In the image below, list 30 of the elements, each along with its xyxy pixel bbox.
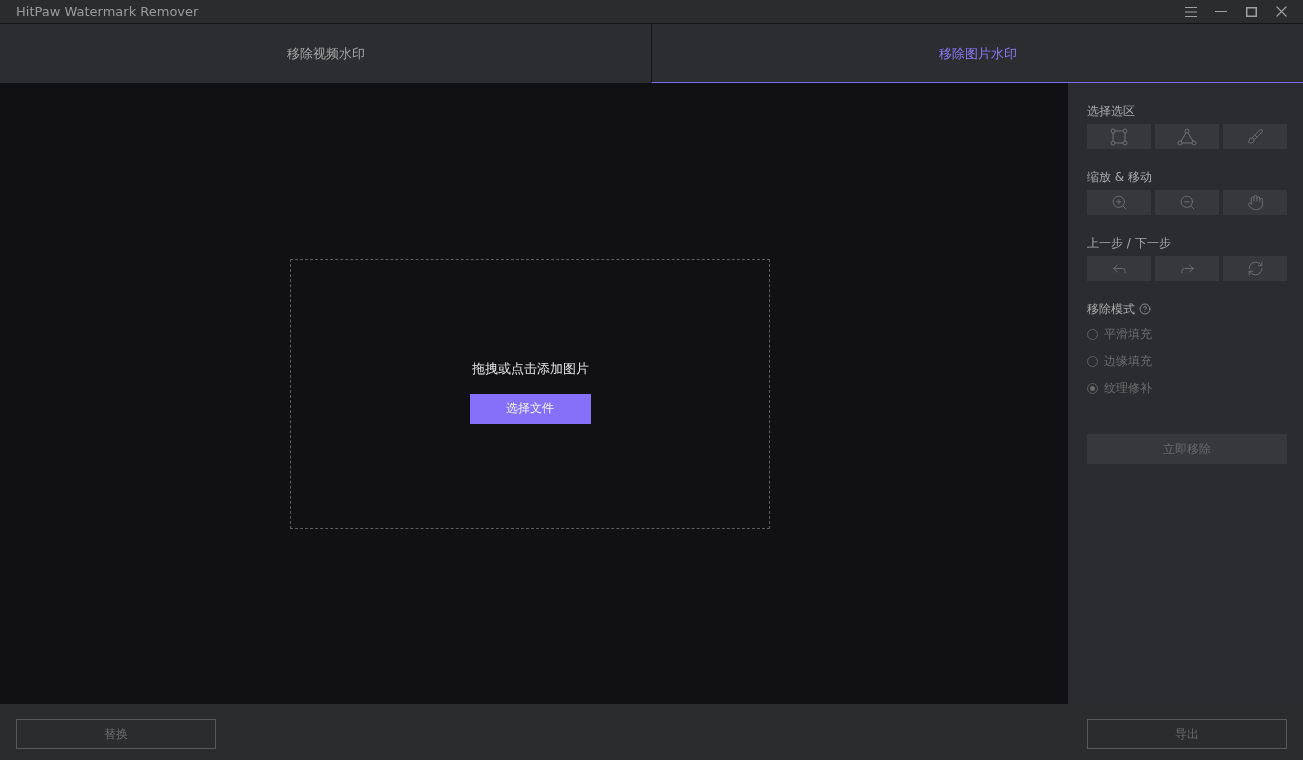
refresh-icon xyxy=(1246,260,1264,277)
brush-tool-button[interactable] xyxy=(1223,124,1287,149)
drop-hint: 拖拽或点击添加图片 xyxy=(471,359,589,378)
window-title: HitPaw Watermark Remover xyxy=(16,4,199,19)
zoom-out-button[interactable] xyxy=(1155,190,1219,215)
zoom-out-icon xyxy=(1178,194,1196,211)
drop-zone[interactable]: 拖拽或点击添加图片 选择文件 xyxy=(290,258,770,529)
section-label: 缩放 & 移动 xyxy=(1087,169,1153,185)
triangle-icon xyxy=(1177,127,1197,146)
section-label: 选择选区 xyxy=(1087,103,1136,119)
close-icon xyxy=(1275,6,1287,17)
brush-icon xyxy=(1246,128,1264,145)
zoom-in-icon xyxy=(1110,194,1128,211)
redo-button[interactable] xyxy=(1155,256,1219,281)
section-label: 移除模式 xyxy=(1087,301,1135,317)
hand-tool-button[interactable] xyxy=(1223,190,1287,215)
tab[interactable]: 移除图片水印 xyxy=(651,24,1303,83)
zoom-in-button[interactable] xyxy=(1087,190,1151,215)
section-label: 上一步 / 下一步 xyxy=(1087,235,1172,251)
undo-button[interactable] xyxy=(1087,256,1151,281)
triangle-tool-button[interactable] xyxy=(1155,124,1219,149)
rectangle-icon xyxy=(1110,127,1128,146)
rectangle-tool-button[interactable] xyxy=(1087,124,1151,149)
minimize-icon xyxy=(1215,11,1227,12)
choose-file-button[interactable]: 选择文件 xyxy=(469,393,591,424)
menu-icon xyxy=(1185,6,1197,17)
reset-button[interactable] xyxy=(1223,256,1287,281)
help-icon[interactable] xyxy=(1139,303,1151,315)
hand-icon xyxy=(1246,194,1264,211)
maximize-icon xyxy=(1245,6,1257,17)
